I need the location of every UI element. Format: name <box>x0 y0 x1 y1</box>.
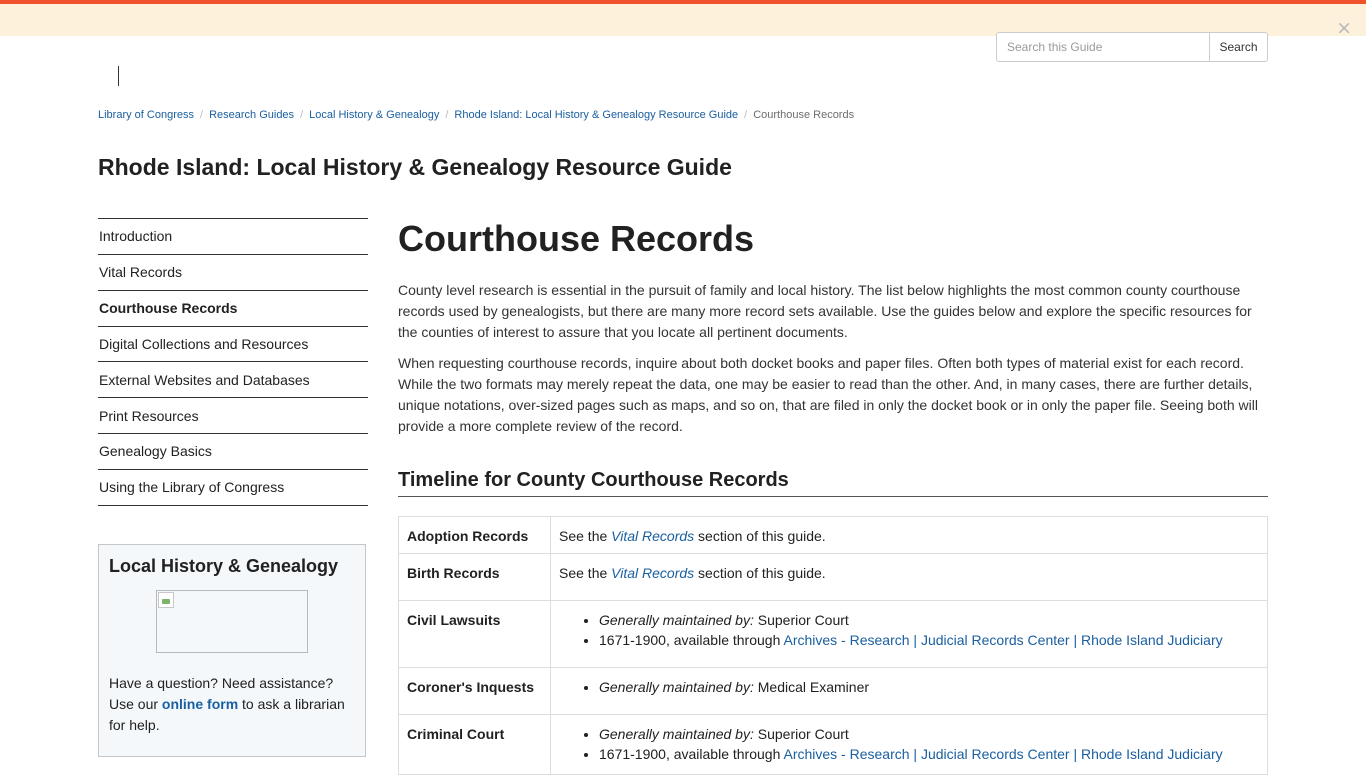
table-row: Coroner's Inquests Generally maintained … <box>398 667 1268 715</box>
maintained-by: Superior Court <box>753 612 849 628</box>
detail-list: Generally maintained by: Superior Court … <box>559 724 1259 764</box>
breadcrumb-local-history[interactable]: Local History & Genealogy <box>309 109 439 121</box>
breadcrumb-library-of-congress[interactable]: Library of Congress <box>98 109 194 121</box>
record-type: Adoption Records <box>398 516 551 554</box>
maintained-label: Generally maintained by: <box>599 612 754 628</box>
detail-list: Generally maintained by: Medical Examine… <box>559 677 1259 697</box>
sidenav-item-courthouse-records[interactable]: Courthouse Records <box>98 291 368 327</box>
sidebox-text: Have a question? Need assistance? Use ou… <box>109 673 355 736</box>
detail-list: Generally maintained by: Superior Court … <box>559 610 1259 650</box>
breadcrumb-rhode-island-guide[interactable]: Rhode Island: Local History & Genealogy … <box>454 109 738 121</box>
breadcrumb-separator: / <box>300 109 304 121</box>
guide-title: Rhode Island: Local History & Genealogy … <box>98 154 732 180</box>
range-text: 1671-1900, available through <box>599 632 784 648</box>
breadcrumb-research-guides[interactable]: Research Guides <box>209 109 294 121</box>
vital-records-link[interactable]: Vital Records <box>611 528 694 544</box>
judicial-records-link[interactable]: Archives - Research | Judicial Records C… <box>783 746 1222 762</box>
guide-search-form: Search <box>996 32 1268 62</box>
maintained-label: Generally maintained by: <box>599 679 754 695</box>
logo-divider <box>118 66 119 86</box>
breadcrumb: Library of Congress / Research Guides / Loca… <box>98 108 854 122</box>
sidenav-item-digital-collections[interactable]: Digital Collections and Resources <box>98 327 368 363</box>
record-type: Civil Lawsuits <box>398 600 551 668</box>
table-row: Civil Lawsuits Generally maintained by: … <box>398 600 1268 668</box>
range-text: 1671-1900, available through <box>599 746 784 762</box>
main-content: Courthouse Records County level research… <box>398 218 1268 775</box>
maintained-by: Superior Court <box>753 726 849 742</box>
records-table: Adoption Records See the Vital Records s… <box>398 516 1268 775</box>
table-row: Adoption Records See the Vital Records s… <box>398 516 1268 554</box>
list-item: 1671-1900, available through Archives - … <box>599 744 1259 764</box>
record-details: Generally maintained by: Medical Examine… <box>550 667 1268 715</box>
intro-paragraph-2: When requesting courthouse records, inqu… <box>398 355 1258 434</box>
list-item: Generally maintained by: Superior Court <box>599 610 1259 630</box>
table-row: Birth Records See the Vital Records sect… <box>398 553 1268 601</box>
maintained-by: Medical Examiner <box>753 679 870 695</box>
record-type: Birth Records <box>398 553 551 601</box>
broken-image-icon <box>158 592 174 608</box>
record-type: Coroner's Inquests <box>398 667 551 715</box>
broken-image-placeholder <box>156 590 308 653</box>
side-navigation: Introduction Vital Records Courthouse Re… <box>98 218 368 506</box>
record-type: Criminal Court <box>398 714 551 775</box>
maintained-label: Generally maintained by: <box>599 726 754 742</box>
record-details: Generally maintained by: Superior Court … <box>550 600 1268 668</box>
search-button[interactable]: Search <box>1209 32 1268 62</box>
list-item: Generally maintained by: Medical Examine… <box>599 677 1259 697</box>
sidenav-item-using-loc[interactable]: Using the Library of Congress <box>98 470 368 506</box>
breadcrumb-separator: / <box>744 109 748 121</box>
online-form-link[interactable]: online form <box>162 696 238 712</box>
intro-paragraph-1: County level research is essential in th… <box>398 282 1252 340</box>
breadcrumb-separator: / <box>200 109 204 121</box>
record-details: See the Vital Records section of this gu… <box>550 516 1268 554</box>
sidenav-item-vital-records[interactable]: Vital Records <box>98 255 368 291</box>
judicial-records-link[interactable]: Archives - Research | Judicial Records C… <box>783 632 1222 648</box>
sidenav-item-introduction[interactable]: Introduction <box>98 219 368 255</box>
table-row: Criminal Court Generally maintained by: … <box>398 714 1268 775</box>
sidenav-item-print-resources[interactable]: Print Resources <box>98 398 368 435</box>
section-heading: Timeline for County Courthouse Records <box>398 466 1268 497</box>
sidenav-item-external-websites[interactable]: External Websites and Databases <box>98 362 368 399</box>
sidenav-item-genealogy-basics[interactable]: Genealogy Basics <box>98 434 368 470</box>
vital-records-link[interactable]: Vital Records <box>611 565 694 581</box>
close-icon[interactable]: × <box>1336 19 1352 38</box>
list-item: Generally maintained by: Superior Court <box>599 724 1259 744</box>
breadcrumb-separator: / <box>445 109 449 121</box>
see-prefix: See the <box>559 528 612 544</box>
ask-librarian-box: Local History & Genealogy Have a questio… <box>98 544 366 757</box>
see-suffix: section of this guide. <box>694 565 826 581</box>
see-prefix: See the <box>559 565 612 581</box>
record-details: Generally maintained by: Superior Court … <box>550 714 1268 775</box>
breadcrumb-current: Courthouse Records <box>753 109 855 121</box>
page-title: Courthouse Records <box>398 218 755 259</box>
sidebox-title: Local History & Genealogy <box>109 556 339 576</box>
list-item: 1671-1900, available through Archives - … <box>599 630 1259 650</box>
record-details: See the Vital Records section of this gu… <box>550 553 1268 601</box>
see-suffix: section of this guide. <box>694 528 826 544</box>
search-input[interactable] <box>996 32 1209 62</box>
